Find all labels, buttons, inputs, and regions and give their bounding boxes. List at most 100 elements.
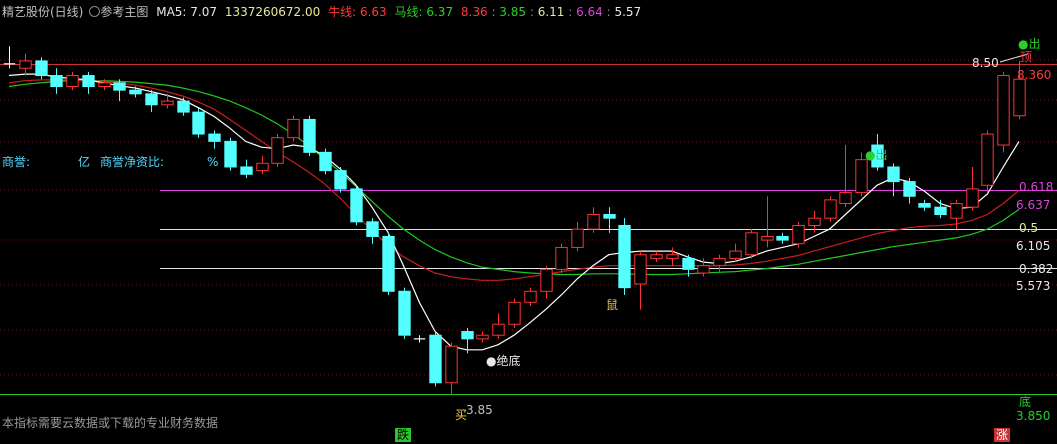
bottom-marker: 底 [1019, 395, 1032, 409]
main-indicator-label[interactable]: 参考主图 [100, 5, 148, 19]
candle-body [776, 235, 789, 241]
candle-body [666, 254, 679, 259]
candle-body [966, 188, 979, 208]
arrow-price-label: 8.50 [972, 56, 999, 70]
rise-marker: 涨 [994, 428, 1011, 442]
horse-line-value: 马线: 6.37 [394, 5, 454, 19]
candle-body [224, 140, 237, 168]
candle-body [587, 214, 600, 230]
candle-body [903, 181, 916, 197]
candle-body [508, 301, 521, 325]
candle-body [887, 166, 900, 183]
candle-body [66, 75, 79, 88]
candle-body [997, 75, 1010, 146]
value-3: 6.11 [537, 5, 565, 19]
candles [3, 46, 1026, 394]
absolute-bottom-marker: ●绝底 [486, 354, 521, 368]
chart-header: 精艺股份(日线) 参考主图 MA5: 7.07 1337260672.00 牛线:… [2, 5, 642, 19]
candle-body [382, 235, 395, 292]
ma5-value: MA5: 7.07 [156, 5, 217, 19]
candle-body [839, 192, 852, 205]
candle-body [319, 151, 332, 172]
candle-body [19, 60, 32, 69]
candle-body [256, 162, 269, 172]
candle-body [555, 246, 568, 270]
candle-body [603, 214, 616, 219]
stock-title[interactable]: 精艺股份(日线) [2, 5, 83, 19]
candle-body [918, 203, 931, 208]
candle-body [113, 82, 126, 91]
candle-body [35, 60, 48, 77]
candle-body [950, 203, 963, 219]
candle-body [192, 111, 205, 135]
fib382-price-label: 5.573 [1016, 279, 1051, 293]
candlestick-chart [0, 46, 1057, 395]
candle-body [366, 221, 379, 237]
candle-body [634, 254, 647, 285]
toggle-icon[interactable] [89, 6, 101, 17]
candle-body [208, 133, 221, 142]
bottom-level-label: 3.850 [1016, 409, 1051, 423]
bull-line-value: 牛线: 6.63 [328, 5, 387, 19]
candle-body [429, 334, 442, 384]
low-price-marker: 3.85 [466, 403, 493, 417]
candle-body [981, 133, 994, 186]
candle-body [334, 170, 347, 190]
fib5-label: 0.5 [1019, 221, 1039, 235]
candle-body [682, 257, 695, 270]
candle-body [129, 89, 142, 95]
candle-body [1013, 78, 1026, 117]
candle-body [398, 290, 411, 336]
candle-body [792, 224, 805, 245]
candle-body [177, 100, 190, 113]
fib-levels [0, 53, 1057, 395]
candle-body [98, 82, 111, 88]
candle-body [461, 331, 474, 340]
goodwill-ratio-unit: % [207, 155, 219, 169]
candle-body [303, 118, 316, 153]
fib618-price-label: 6.637 [1016, 198, 1051, 212]
candle-body [50, 75, 63, 88]
candle-body [618, 224, 631, 289]
top-level-label: 8.360 [1017, 68, 1052, 82]
candle-body [161, 100, 174, 106]
goodwill-ratio-label: 商誉净资比: [100, 155, 165, 169]
candle-body [82, 75, 95, 88]
footer-note: 本指标需要云数据或下载的专业财务数据 [2, 416, 219, 430]
candle-body [524, 290, 537, 303]
value-1: 8.36 [460, 5, 488, 19]
grid-lines [0, 59, 1057, 376]
value-5: 5.57 [614, 5, 642, 19]
candle-body [350, 188, 363, 223]
candle-body [445, 345, 458, 384]
candle-body [145, 93, 158, 106]
fib382-label: 0.382 [1019, 262, 1054, 276]
goodwill-unit: 亿 [78, 155, 91, 169]
candle-body [540, 268, 553, 292]
value-4: 6.64 [576, 5, 603, 19]
volume-value: 1337260672.00 [224, 5, 321, 19]
candle-body [824, 199, 837, 219]
candle-body [808, 217, 821, 226]
candle-body [492, 323, 505, 336]
out-marker-top: ●出 [1018, 37, 1041, 51]
candle-body [650, 254, 663, 259]
candle-body [729, 250, 742, 259]
candle-body [697, 265, 710, 274]
value-2: 3.85 [499, 5, 527, 19]
candle-body [271, 137, 284, 164]
candle-body [761, 235, 774, 241]
candle-body [476, 334, 489, 340]
shu-marker: 鼠 [606, 298, 619, 312]
candle-body [745, 232, 758, 256]
candle-body [934, 206, 947, 216]
sell-top-marker: 顶 [1020, 50, 1033, 64]
fib5-price-label: 6.105 [1016, 239, 1051, 253]
candle-body [571, 228, 584, 248]
candle-body [855, 159, 868, 194]
goodwill-label: 商誉: [2, 155, 31, 169]
candle-body [287, 118, 300, 139]
fib618-label: 0.618 [1019, 180, 1054, 194]
candle-body [240, 166, 253, 175]
out-marker: ●出 [865, 148, 888, 162]
